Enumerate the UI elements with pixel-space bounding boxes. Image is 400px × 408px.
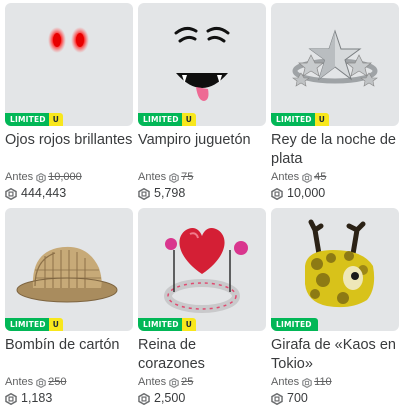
robux-icon [271, 187, 283, 200]
catalog-grid: LIMITED U Ojos rojos brillantes Antes 10… [0, 0, 400, 406]
current-price: 700 [271, 391, 399, 406]
item-thumbnail[interactable]: LIMITED U [138, 208, 266, 331]
giraffe-head-image [305, 219, 375, 308]
item-card-ojos-rojos[interactable]: LIMITED U Ojos rojos brillantes Antes 10… [5, 3, 133, 203]
item-thumbnail[interactable]: LIMITED [271, 208, 399, 331]
robux-icon [138, 187, 150, 200]
previous-price: Antes 25 [138, 376, 194, 388]
robux-icon [302, 377, 312, 388]
limited-unique-badge: LIMITED U [5, 318, 63, 331]
item-name[interactable]: Vampiro juguetón [138, 131, 266, 150]
item-name[interactable]: Reina de corazones [138, 336, 266, 374]
robux-icon [169, 172, 179, 183]
glowing-red-eyes-image [48, 27, 89, 53]
limited-unique-badge: LIMITED U [5, 113, 63, 126]
limited-unique-badge: LIMITED U [271, 113, 329, 126]
item-name[interactable]: Ojos rojos brillantes [5, 131, 133, 150]
vampire-face-image [174, 26, 230, 101]
item-name[interactable]: Rey de la noche de plata [271, 131, 399, 169]
previous-price: Antes 45 [271, 171, 327, 183]
cardboard-bowler-hat-image [16, 246, 118, 303]
limited-unique-badge: LIMITED U [138, 113, 196, 126]
item-thumbnail[interactable]: LIMITED U [5, 208, 133, 331]
limited-unique-badge: LIMITED U [138, 318, 196, 331]
robux-icon [302, 172, 312, 183]
robux-icon [5, 392, 17, 405]
robux-icon [36, 377, 46, 388]
item-name[interactable]: Girafa de «Kaos en Tokio» [271, 336, 399, 374]
robux-icon [138, 392, 150, 405]
item-thumbnail[interactable]: LIMITED U [5, 3, 133, 126]
limited-badge: LIMITED [271, 318, 318, 331]
item-card-rey-noche[interactable]: LIMITED U Rey de la noche de plata Antes… [271, 3, 399, 203]
robux-icon [271, 392, 283, 405]
current-price: 444,443 [5, 186, 133, 201]
robux-icon [36, 172, 46, 183]
item-card-bombin[interactable]: LIMITED U Bombín de cartón Antes 250 1,1… [5, 208, 133, 408]
item-card-reina-corazones[interactable]: LIMITED U Reina de corazones Antes 25 2,… [138, 208, 266, 408]
robux-icon [5, 187, 17, 200]
previous-price: Antes 250 [5, 376, 67, 388]
current-price: 1,183 [5, 391, 133, 406]
item-card-girafa[interactable]: LIMITED Girafa de «Kaos en Tokio» Antes … [271, 208, 399, 408]
previous-price: Antes 75 [138, 171, 194, 183]
item-thumbnail[interactable]: LIMITED U [138, 3, 266, 126]
current-price: 2,500 [138, 391, 266, 406]
robux-icon [169, 377, 179, 388]
item-card-vampiro[interactable]: LIMITED U Vampiro juguetón Antes 75 5,79… [138, 3, 266, 203]
item-thumbnail[interactable]: LIMITED U [271, 3, 399, 126]
silver-star-crown-image [292, 29, 378, 87]
previous-price: Antes 10,000 [5, 171, 82, 183]
item-name[interactable]: Bombín de cartón [5, 336, 133, 355]
previous-price: Antes 110 [271, 376, 332, 388]
current-price: 5,798 [138, 186, 266, 201]
heart-headband-image [164, 227, 248, 313]
current-price: 10,000 [271, 186, 399, 201]
